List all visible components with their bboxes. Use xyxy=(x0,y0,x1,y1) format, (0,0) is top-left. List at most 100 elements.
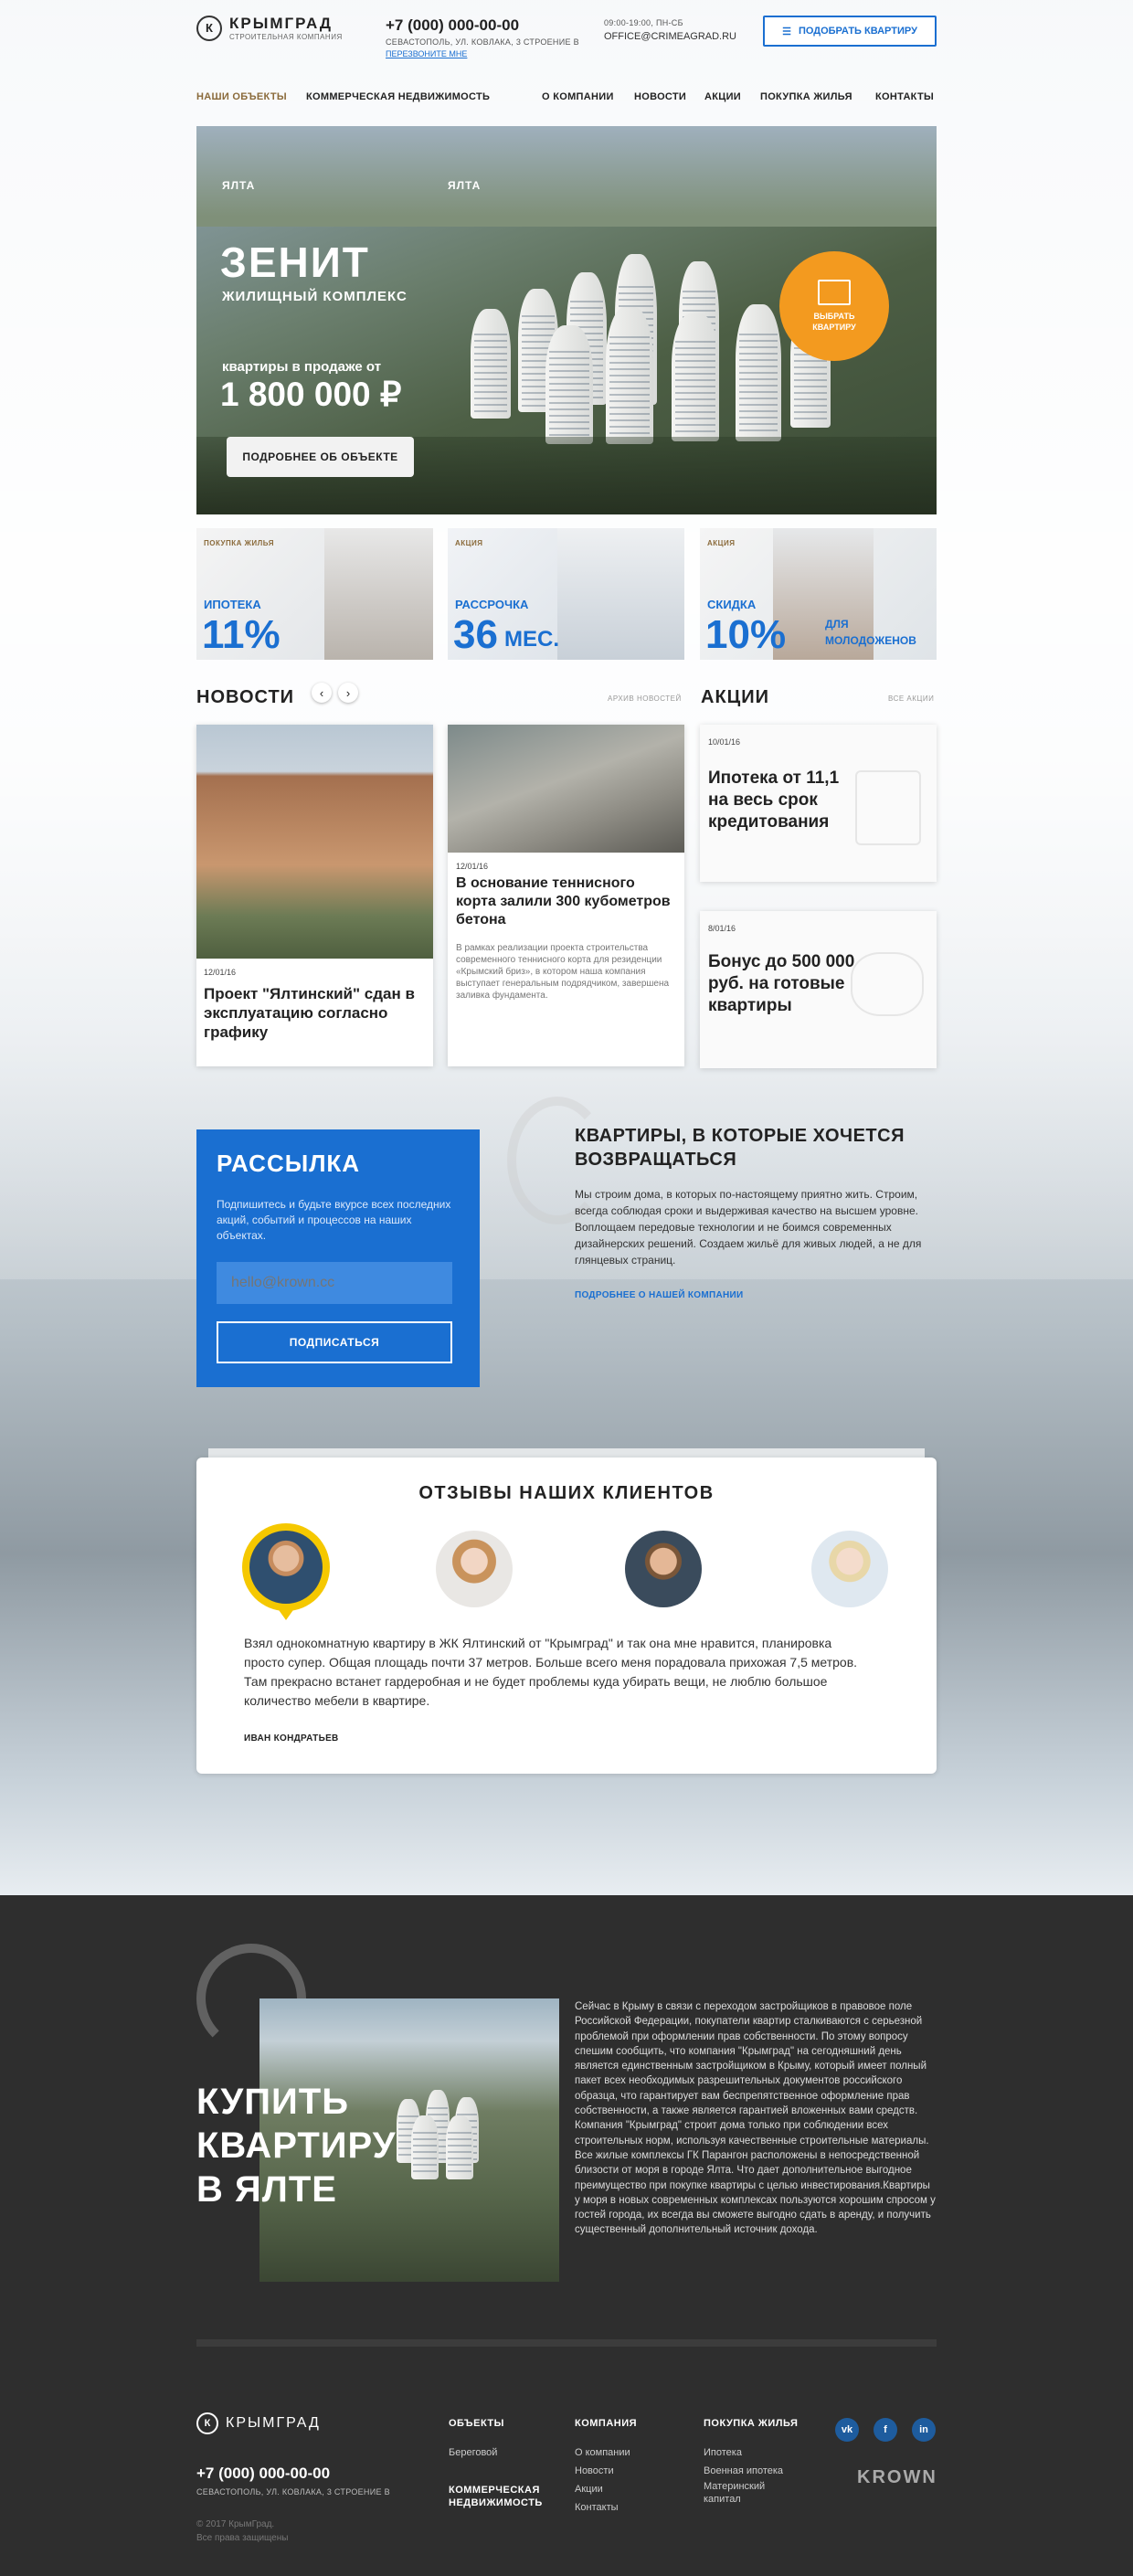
news-date: 12/01/16 xyxy=(204,968,237,977)
footer-link[interactable]: Береговой xyxy=(449,2443,497,2462)
buy-title: КУПИТЬ КВАРТИРУ В ЯЛТЕ xyxy=(196,2080,397,2211)
building xyxy=(446,2115,473,2179)
hero-choose-label: ВЫБРАТЬ КВАРТИРУ xyxy=(812,312,856,332)
divider xyxy=(196,2339,937,2347)
reviews-title: ОТЗЫВЫ НАШИХ КЛИЕНТОВ xyxy=(418,1483,715,1503)
reviewer-avatar[interactable] xyxy=(625,1531,702,1607)
promo-label: ИПОТЕКА xyxy=(204,598,261,611)
building xyxy=(606,307,653,444)
hero-choose-apartment-button[interactable]: ВЫБРАТЬ КВАРТИРУ xyxy=(779,251,889,361)
promo-extra: МЕС. xyxy=(504,627,559,652)
promo-value: 10% xyxy=(705,612,787,657)
hero-price: 1 800 000 ₽ xyxy=(220,376,402,413)
building xyxy=(471,309,511,419)
instagram-icon[interactable]: in xyxy=(912,2418,936,2442)
news-archive-link[interactable]: АРХИВ НОВОСТЕЙ xyxy=(608,694,682,703)
news-next-arrow-icon[interactable]: › xyxy=(338,683,358,703)
footer-link[interactable]: О компании xyxy=(575,2443,630,2462)
newsletter-email-input[interactable] xyxy=(217,1262,452,1304)
reviews-card: ОТЗЫВЫ НАШИХ КЛИЕНТОВ Взял однокомнатную… xyxy=(196,1458,937,1774)
promo-card-mortgage[interactable]: ПОКУПКА ЖИЛЬЯ ИПОТЕКА 11% xyxy=(196,528,433,660)
footer-col-title: ПОКУПКА ЖИЛЬЯ xyxy=(704,2418,799,2429)
reviewer-avatar[interactable] xyxy=(436,1531,513,1607)
nav-item-contacts[interactable]: КОНТАКТЫ xyxy=(875,91,934,102)
hero-city-label: ЯЛТА xyxy=(448,179,482,192)
sale-card[interactable]: 10/01/16 Ипотека от 11,1 на весь срок кр… xyxy=(700,725,937,882)
promo-tag: АКЦИЯ xyxy=(455,539,483,547)
hero-details-button[interactable]: ПОДРОБНЕЕ ОБ ОБЪЕКТЕ xyxy=(227,437,414,477)
reviewer-avatar[interactable] xyxy=(811,1531,888,1607)
news-image xyxy=(196,725,433,959)
footer-link[interactable]: Акции xyxy=(575,2480,603,2498)
nav-item-commercial[interactable]: КОММЕРЧЕСКАЯ НЕДВИЖИМОСТЬ xyxy=(306,91,490,102)
logo-mark-icon: К xyxy=(196,2412,218,2434)
footer-commercial-link[interactable]: КОММЕРЧЕСКАЯ НЕДВИЖИМОСТЬ xyxy=(449,2484,558,2509)
calculator-icon xyxy=(855,770,921,845)
pick-apartment-button[interactable]: ☰ ПОДОБРАТЬ КВАРТИРУ xyxy=(763,16,937,47)
news-title: НОВОСТИ xyxy=(196,687,295,707)
avatar-pointer-icon xyxy=(277,1607,295,1620)
subscribe-button[interactable]: ПОДПИСАТЬСЯ xyxy=(217,1321,452,1363)
sales-all-link[interactable]: ВСЕ АКЦИИ xyxy=(888,694,934,703)
footer-link[interactable]: Военная ипотека xyxy=(704,2462,783,2480)
newsletter-title: РАССЫЛКА xyxy=(217,1150,361,1177)
footer-link[interactable]: Материнский капитал xyxy=(704,2480,795,2506)
hero-sea xyxy=(196,126,937,227)
sale-date: 8/01/16 xyxy=(708,924,736,933)
footer-link[interactable]: Контакты xyxy=(575,2498,619,2517)
news-prev-arrow-icon[interactable]: ‹ xyxy=(312,683,332,703)
logo-mark-icon: К xyxy=(196,15,222,41)
sale-date: 10/01/16 xyxy=(708,737,741,747)
facebook-icon[interactable]: f xyxy=(874,2418,897,2442)
nav-item-buying[interactable]: ПОКУПКА ЖИЛЬЯ xyxy=(760,91,852,102)
reviewer-avatar-active[interactable] xyxy=(242,1523,330,1626)
header-logo[interactable]: К КРЫМГРАД СТРОИТЕЛЬНАЯ КОМПАНИЯ xyxy=(196,15,343,41)
buy-title-line: В ЯЛТЕ xyxy=(196,2169,337,2210)
newsletter-text: Подпишитесь и будьте вкурсе всех последн… xyxy=(217,1198,451,1242)
header-phone[interactable]: +7 (000) 000-00-00 xyxy=(386,16,579,35)
hero-subtitle: ЖИЛИЩНЫЙ КОМПЛЕКС xyxy=(222,289,408,304)
nav-item-sales[interactable]: АКЦИИ xyxy=(704,91,741,102)
footer-rights: Все права защищены xyxy=(196,2533,289,2543)
callback-link[interactable]: ПЕРЕЗВОНИТЕ МНЕ xyxy=(386,49,579,58)
promo-image xyxy=(324,528,433,660)
buy-title-line: КУПИТЬ xyxy=(196,2082,349,2122)
news-date: 12/01/16 xyxy=(456,862,489,871)
about-title: КВАРТИРЫ, В КОТОРЫЕ ХОЧЕТСЯ ВОЗВРАЩАТЬСЯ xyxy=(575,1126,905,1170)
about-more-link[interactable]: ПОДРОБНЕЕ О НАШЕЙ КОМПАНИИ xyxy=(575,1290,744,1300)
promo-card-discount[interactable]: АКЦИЯ СКИДКА 10% ДЛЯ МОЛОДОЖЕНОВ xyxy=(700,528,937,660)
sale-headline: Бонус до 500 000 руб. на готовые квартир… xyxy=(708,952,855,1015)
news-card[interactable]: 12/01/16 В основание теннисного корта за… xyxy=(448,725,684,1066)
promo-extra: ДЛЯ МОЛОДОЖЕНОВ xyxy=(825,618,916,647)
nav-item-about[interactable]: О КОМПАНИИ xyxy=(542,91,614,102)
buy-text: Сейчас в Крыму в связи с переходом застр… xyxy=(575,2001,936,2236)
header-email[interactable]: OFFICE@CRIMEAGRAD.RU xyxy=(604,31,736,42)
review-text: Взял однокомнатную квартиру в ЖК Ялтинск… xyxy=(244,1636,858,1708)
building xyxy=(545,325,593,444)
header-hours: 09:00-19:00, ПН-СБ xyxy=(604,18,683,27)
promo-label: СКИДКА xyxy=(707,598,757,611)
nav-item-news[interactable]: НОВОСТИ xyxy=(634,91,686,102)
vk-icon[interactable]: vk xyxy=(835,2418,859,2442)
news-card[interactable]: 12/01/16 Проект "Ялтинский" сдан в экспл… xyxy=(196,725,433,1066)
hero-city-label: ЯЛТА xyxy=(222,179,256,192)
footer-phone[interactable]: +7 (000) 000-00-00 xyxy=(196,2465,330,2483)
news-headline: В основание теннисного корта залили 300 … xyxy=(456,875,671,928)
krown-logo[interactable]: KROWN xyxy=(857,2467,937,2488)
header-address: СЕВАСТОПОЛЬ, УЛ. КОВЛАКА, 3 СТРОЕНИЕ В xyxy=(386,37,579,47)
promo-card-installment[interactable]: АКЦИЯ РАССРОЧКА 36 МЕС. xyxy=(448,528,684,660)
footer-logo[interactable]: К КРЫМГРАД xyxy=(196,2412,321,2434)
footer-copyright: © 2017 КрымГрад. xyxy=(196,2519,275,2529)
logo-subtitle: СТРОИТЕЛЬНАЯ КОМПАНИЯ xyxy=(229,33,343,41)
review-author: ИВАН КОНДРАТЬЕВ xyxy=(244,1733,339,1744)
footer-address: СЕВАСТОПОЛЬ, УЛ. КОВЛАКА, 3 СТРОЕНИЕ В xyxy=(196,2487,390,2496)
nav-item-objects[interactable]: НАШИ ОБЪЕКТЫ xyxy=(196,91,287,102)
sale-card[interactable]: 8/01/16 Бонус до 500 000 руб. на готовые… xyxy=(700,911,937,1068)
sales-title: АКЦИИ xyxy=(701,687,770,707)
footer-link[interactable]: Ипотека xyxy=(704,2443,742,2462)
promo-tag: АКЦИЯ xyxy=(707,539,736,547)
footer-logo-title: КРЫМГРАД xyxy=(226,2415,321,2431)
footer-link[interactable]: Новости xyxy=(575,2462,614,2480)
footer-col-title: ОБЪЕКТЫ xyxy=(449,2418,504,2429)
logo-title: КРЫМГРАД xyxy=(229,15,334,32)
